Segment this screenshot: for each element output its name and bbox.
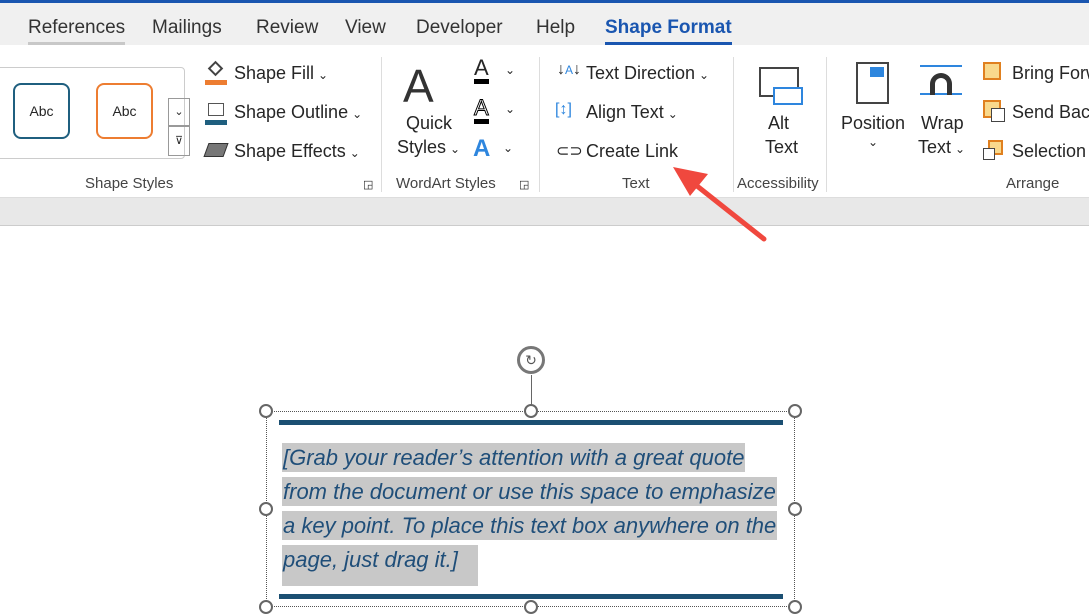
annotation-arrow [673, 167, 767, 242]
